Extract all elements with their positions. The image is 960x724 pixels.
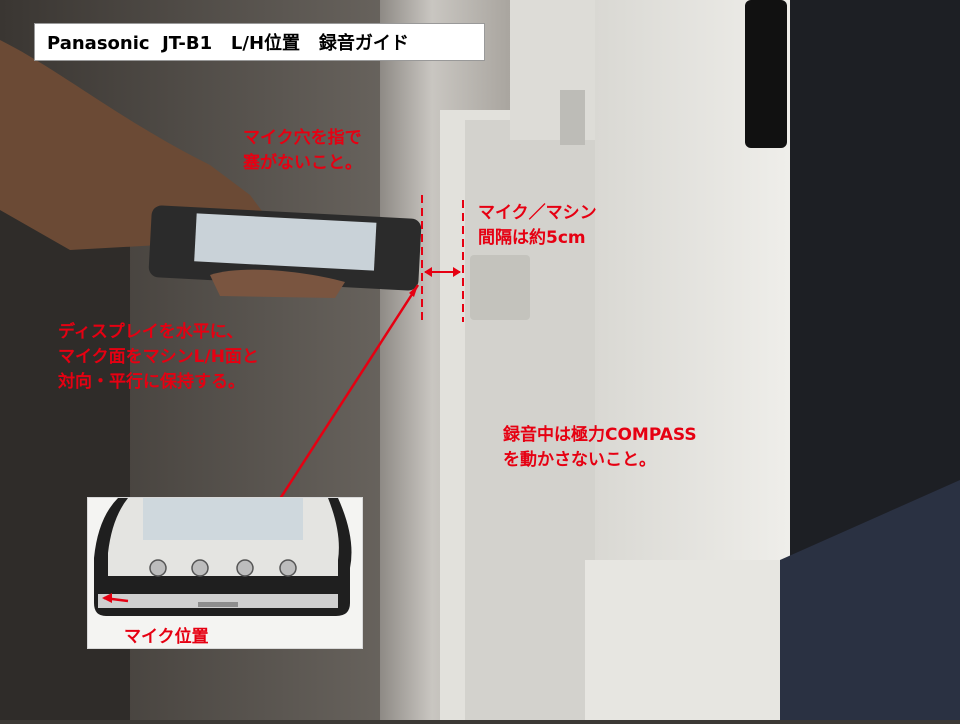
mic-position-label: マイク位置 [124,627,209,647]
annotation-line: 間隔は約5cm [478,228,586,248]
annotation-line: 塞がないこと。 [243,153,362,173]
annotation-line: 録音中は極力COMPASS [503,425,697,445]
annotation-line: ディスプレイを水平に、 [58,322,244,342]
annotation-mic-hole: マイク穴を指で 塞がないこと。 [243,126,362,176]
annotation-line: マイク／マシン [478,203,597,223]
title-banner: Panasonic JT-B1 L/H位置 録音ガイド [34,23,485,61]
annotation-line: 対向・平行に保持する。 [58,372,245,392]
inset-device-photo: マイク位置 [87,497,363,649]
annotation-hold: ディスプレイを水平に、 マイク面をマシンL/H面と 対向・平行に保持する。 [58,320,259,395]
annotation-line: マイク穴を指で [243,128,362,148]
annotation-spacing: マイク／マシン 間隔は約5cm [478,201,597,251]
annotation-compass: 録音中は極力COMPASS を動かさないこと。 [503,423,697,473]
page-title: Panasonic JT-B1 L/H位置 録音ガイド [47,33,409,54]
annotation-line: マイク面をマシンL/H面と [58,347,259,367]
annotation-line: を動かさないこと。 [503,450,656,470]
